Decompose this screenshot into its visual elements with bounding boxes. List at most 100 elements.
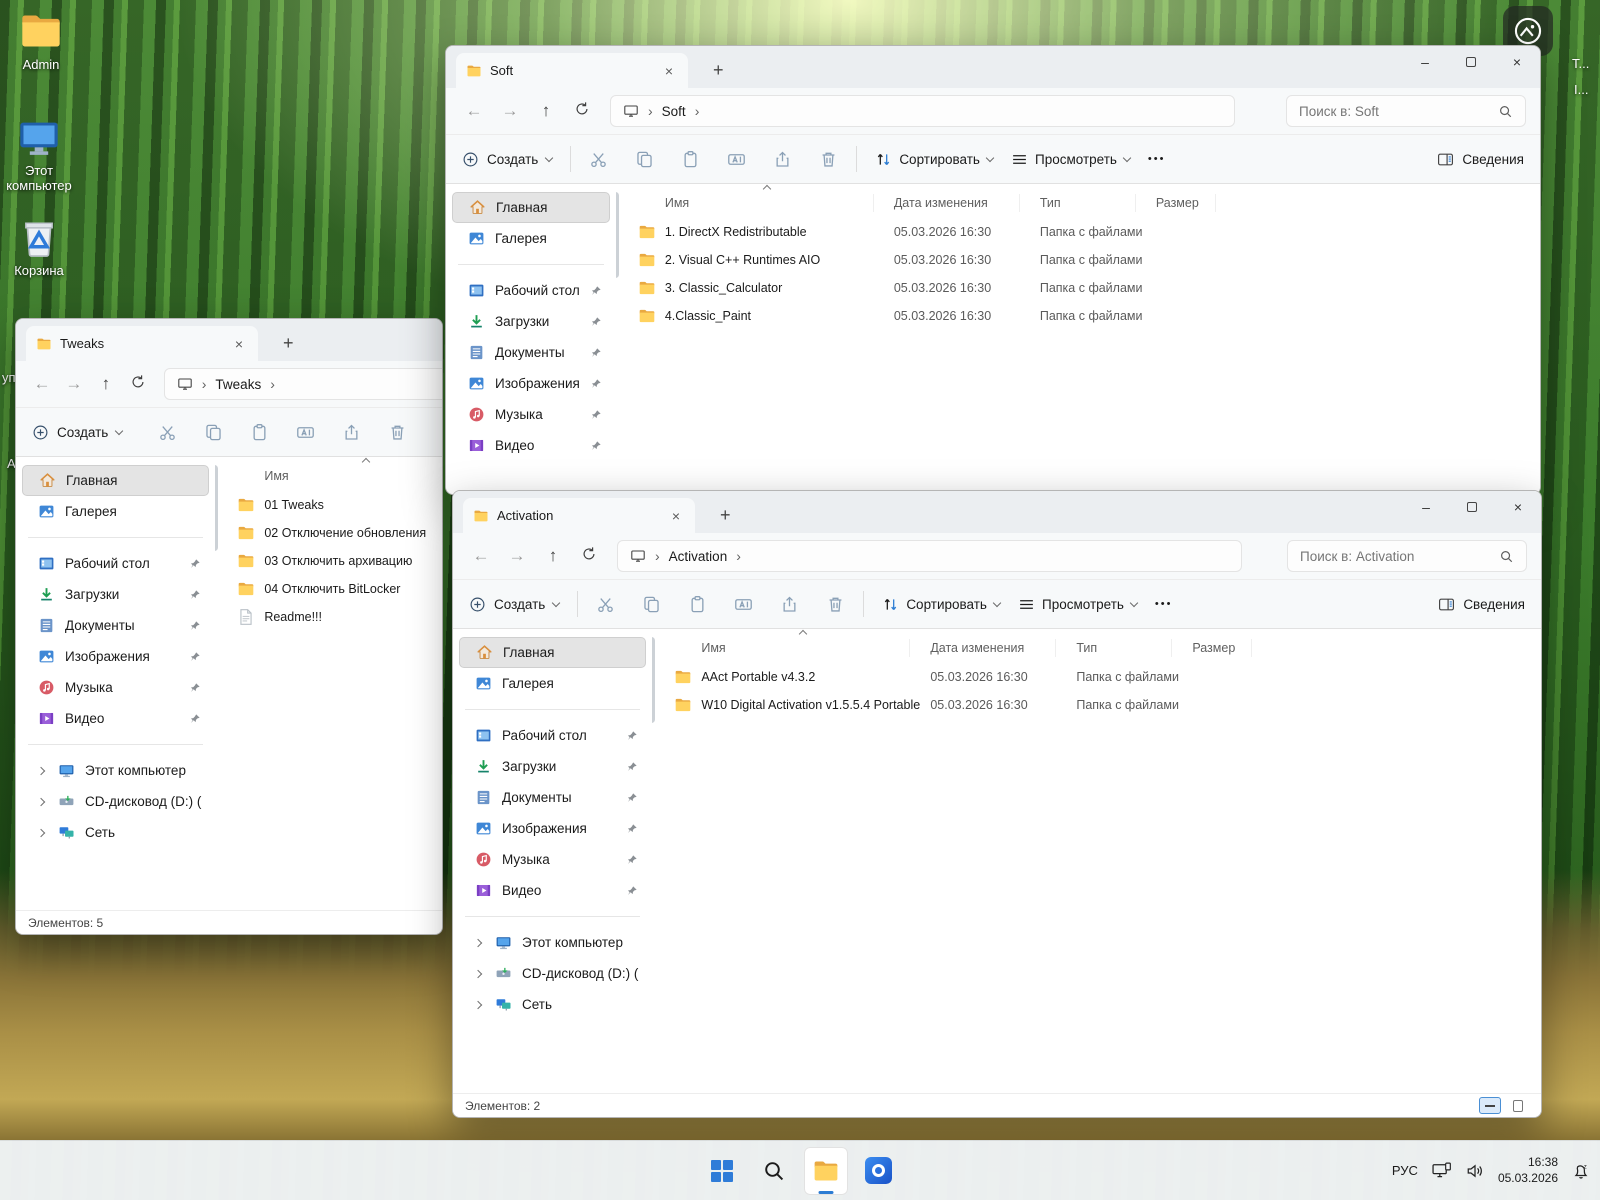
volume-icon[interactable]	[1466, 1163, 1484, 1179]
sidebar-item-home[interactable]: Главная	[22, 465, 209, 496]
tab-close-icon[interactable]: ×	[667, 508, 685, 524]
clock[interactable]: 16:38 05.03.2026	[1498, 1155, 1558, 1186]
tab-tweaks[interactable]: Tweaks ×	[26, 326, 258, 361]
maximize-button[interactable]	[1448, 46, 1494, 78]
file-row[interactable]: AAct Portable v4.3.2 05.03.2026 16:30 Па…	[660, 663, 1541, 691]
copy-icon[interactable]	[635, 150, 654, 169]
start-button[interactable]	[700, 1147, 744, 1195]
minimize-button[interactable]: –	[1403, 491, 1449, 523]
file-row[interactable]: 4.Classic_Paint 05.03.2026 16:30 Папка с…	[624, 302, 1540, 330]
column-header-size[interactable]: Размер	[1172, 639, 1252, 657]
taskbar-explorer-button[interactable]	[804, 1147, 848, 1195]
sidebar-item-music[interactable]: Музыка	[459, 844, 646, 875]
sidebar-item-downloads[interactable]: Загрузки	[22, 579, 209, 610]
details-view-toggle[interactable]	[1479, 1097, 1501, 1114]
sidebar-scrollbar[interactable]	[652, 637, 655, 723]
column-header-name[interactable]: Имя	[660, 639, 910, 657]
tree-item-cd-drive[interactable]: CD-дисковод (D:) (	[22, 786, 209, 817]
tab-activation[interactable]: Activation ×	[463, 498, 695, 533]
sidebar-item-downloads[interactable]: Загрузки	[459, 751, 646, 782]
share-icon[interactable]	[780, 595, 799, 614]
new-button[interactable]: Создать	[462, 151, 552, 168]
delete-icon[interactable]	[388, 423, 407, 442]
close-button[interactable]: ×	[1495, 491, 1541, 523]
refresh-icon[interactable]	[575, 546, 603, 567]
column-header-date[interactable]: Дата изменения	[874, 194, 1020, 212]
maximize-button[interactable]	[1449, 491, 1495, 523]
sidebar-item-pictures[interactable]: Изображения	[459, 813, 646, 844]
sidebar-item-desktop[interactable]: Рабочий стол	[452, 275, 610, 306]
column-header-size[interactable]: Размер	[1136, 194, 1216, 212]
desktop-icon-admin[interactable]: Admin	[2, 8, 80, 73]
sidebar-item-videos[interactable]: Видео	[452, 430, 610, 461]
sort-button[interactable]: Сортировать	[882, 596, 1000, 613]
breadcrumb[interactable]: Activation	[669, 549, 728, 564]
sidebar-scrollbar[interactable]	[616, 192, 619, 278]
back-icon[interactable]: ←	[30, 374, 54, 394]
sidebar-item-videos[interactable]: Видео	[459, 875, 646, 906]
sidebar-item-home[interactable]: Главная	[459, 637, 646, 668]
refresh-icon[interactable]	[126, 374, 150, 395]
address-bar[interactable]: › Soft ›	[610, 95, 1235, 127]
back-icon[interactable]: ←	[460, 101, 488, 121]
search-input[interactable]: Поиск в: Soft	[1286, 95, 1526, 127]
file-row[interactable]: 1. DirectX Redistributable 05.03.2026 16…	[624, 218, 1540, 246]
taskbar-outlook-button[interactable]	[856, 1147, 900, 1195]
tree-item-this-pc[interactable]: Этот компьютер	[459, 927, 646, 958]
file-row[interactable]: 04 Отключить BitLocker	[223, 575, 443, 603]
details-pane-button[interactable]: Сведения	[1437, 151, 1524, 168]
chevron-right-icon[interactable]	[474, 969, 482, 977]
sidebar-item-gallery[interactable]: Галерея	[459, 668, 646, 699]
tab-close-icon[interactable]: ×	[230, 336, 248, 352]
sidebar-item-downloads[interactable]: Загрузки	[452, 306, 610, 337]
cut-icon[interactable]	[596, 595, 615, 614]
tree-item-network[interactable]: Сеть	[22, 817, 209, 848]
column-header-date[interactable]: Дата изменения	[910, 639, 1056, 657]
copy-icon[interactable]	[204, 423, 223, 442]
address-bar[interactable]: › Tweaks ›	[164, 368, 443, 400]
sidebar-item-desktop[interactable]: Рабочий стол	[459, 720, 646, 751]
file-row[interactable]: 3. Classic_Calculator 05.03.2026 16:30 П…	[624, 274, 1540, 302]
delete-icon[interactable]	[826, 595, 845, 614]
sidebar-item-documents[interactable]: Документы	[22, 610, 209, 641]
sidebar-item-pictures[interactable]: Изображения	[22, 641, 209, 672]
sidebar-item-desktop[interactable]: Рабочий стол	[22, 548, 209, 579]
rename-icon[interactable]	[727, 150, 746, 169]
chevron-right-icon[interactable]	[37, 766, 45, 774]
column-header-name[interactable]: Имя	[223, 467, 443, 485]
tab-close-icon[interactable]: ×	[660, 63, 678, 79]
more-options-icon[interactable]: •••	[1148, 153, 1166, 165]
tree-item-cd-drive[interactable]: CD-дисковод (D:) (	[459, 958, 646, 989]
desktop-icon-this-pc[interactable]: Этот компьютер	[0, 114, 78, 194]
sidebar-item-music[interactable]: Музыка	[22, 672, 209, 703]
up-icon[interactable]: ↑	[539, 546, 567, 566]
forward-icon[interactable]: →	[496, 101, 524, 121]
file-row[interactable]: 2. Visual C++ Runtimes AIO 05.03.2026 16…	[624, 246, 1540, 274]
sidebar-item-pictures[interactable]: Изображения	[452, 368, 610, 399]
new-tab-button[interactable]: +	[704, 53, 733, 88]
thumbnail-view-toggle[interactable]	[1507, 1097, 1529, 1114]
file-row[interactable]: 03 Отключить архивацию	[223, 547, 443, 575]
language-indicator[interactable]: РУС	[1392, 1163, 1418, 1178]
details-pane-button[interactable]: Сведения	[1438, 596, 1525, 613]
new-tab-button[interactable]: +	[711, 498, 740, 533]
bell-icon[interactable]	[1572, 1162, 1590, 1180]
chevron-right-icon[interactable]	[37, 828, 45, 836]
paste-icon[interactable]	[681, 150, 700, 169]
cut-icon[interactable]	[158, 423, 177, 442]
up-icon[interactable]: ↑	[532, 101, 560, 121]
tab-soft[interactable]: Soft ×	[456, 53, 688, 88]
search-input[interactable]: Поиск в: Activation	[1287, 540, 1527, 572]
up-icon[interactable]: ↑	[94, 374, 118, 394]
delete-icon[interactable]	[819, 150, 838, 169]
close-button[interactable]: ×	[1494, 46, 1540, 78]
sidebar-scrollbar[interactable]	[215, 465, 218, 551]
tree-item-this-pc[interactable]: Этот компьютер	[22, 755, 209, 786]
taskbar-search-button[interactable]	[752, 1147, 796, 1195]
rename-icon[interactable]	[296, 423, 315, 442]
column-header-type[interactable]: Тип	[1056, 639, 1172, 657]
forward-icon[interactable]: →	[503, 546, 531, 566]
file-row[interactable]: 02 Отключение обновления	[223, 519, 443, 547]
sidebar-item-documents[interactable]: Документы	[459, 782, 646, 813]
share-icon[interactable]	[342, 423, 361, 442]
